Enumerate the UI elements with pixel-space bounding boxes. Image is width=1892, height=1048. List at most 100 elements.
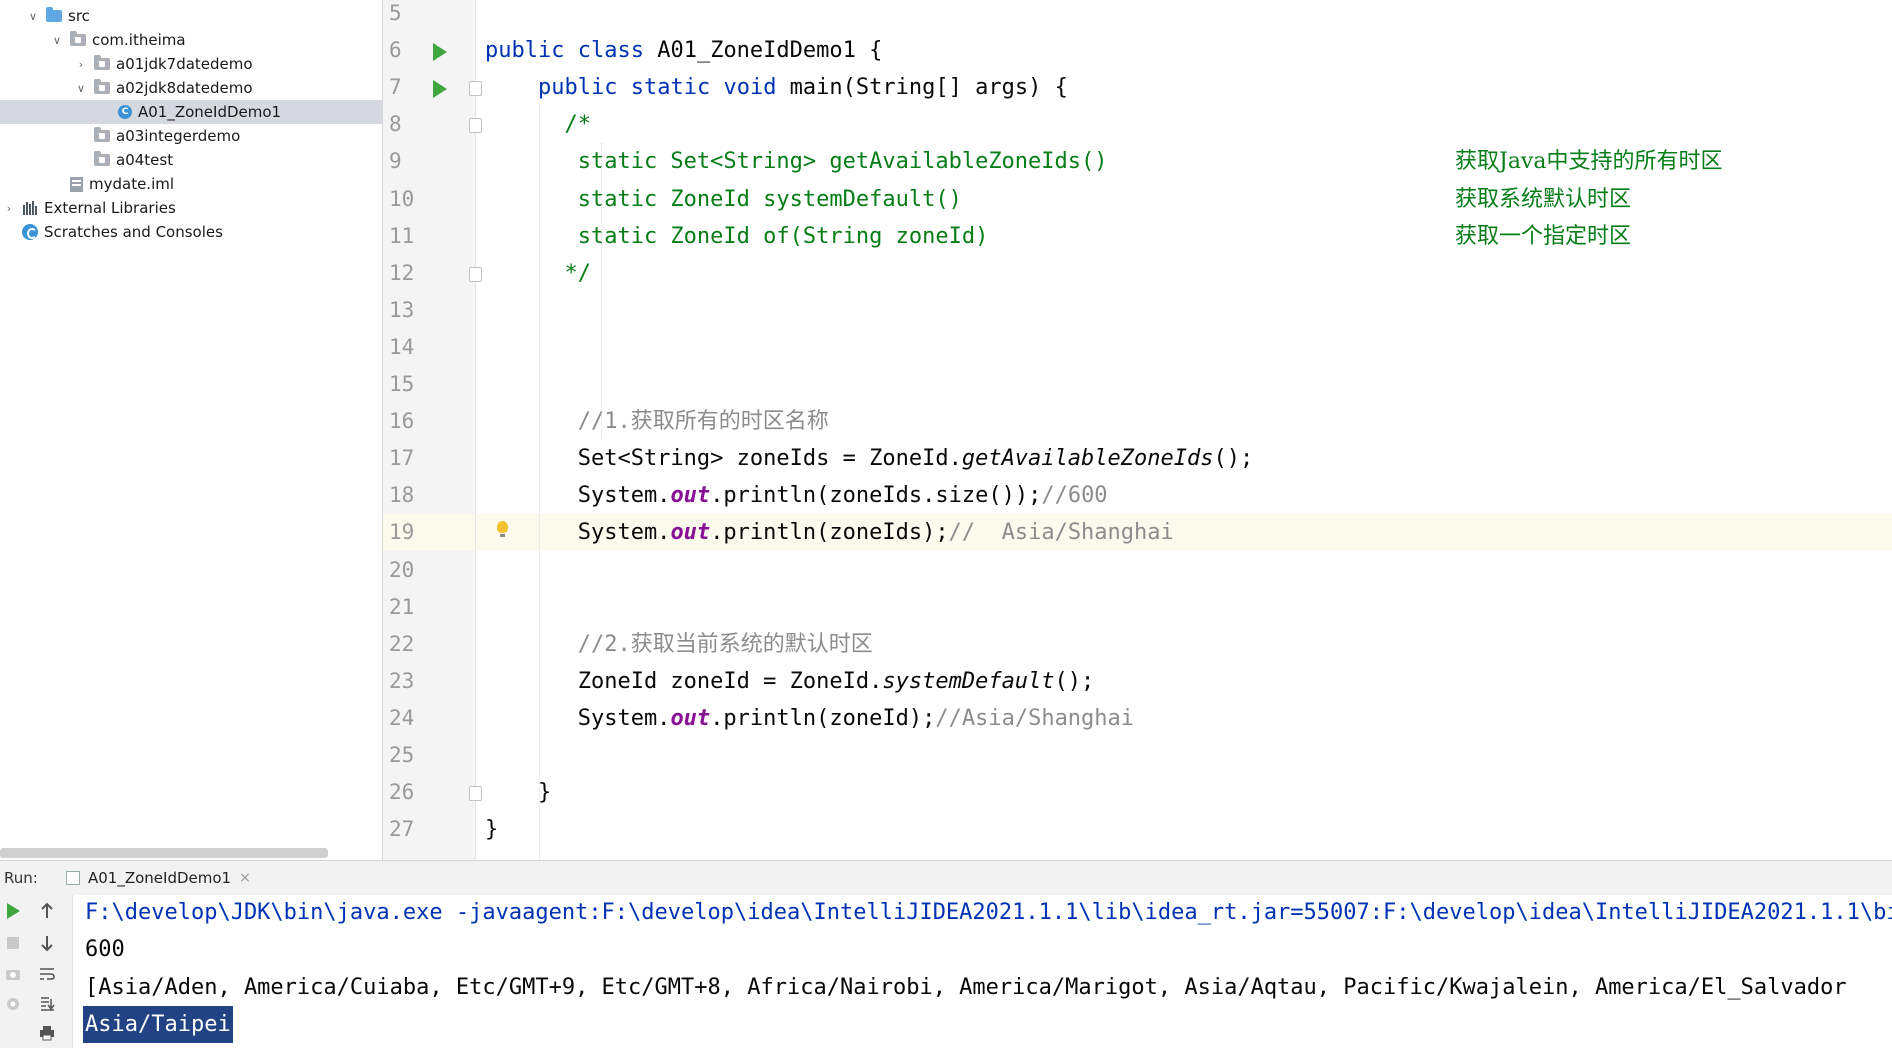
code-line[interactable]: //1.获取所有的时区名称 [485,403,1892,440]
line-number[interactable]: 11 [389,218,429,255]
code-line[interactable]: /* [485,106,1892,143]
line-number[interactable]: 13 [389,292,429,329]
line-number[interactable]: 20 [389,552,429,589]
settings-button[interactable] [2,993,24,1015]
fold-marker-icon[interactable] [469,786,482,802]
chevron-down-icon[interactable]: ∨ [50,34,64,47]
code-line[interactable] [485,329,1892,366]
line-number[interactable]: 16 [389,403,429,440]
print-button[interactable] [36,1022,58,1044]
gutter-line: 12 [383,255,482,292]
code-line[interactable]: static ZoneId of(String zoneId) 获取一个指定时区 [485,218,1892,255]
settings-icon [7,998,19,1010]
code-line[interactable]: Set<String> zoneIds = ZoneId.getAvailabl… [485,440,1892,477]
console-output-line[interactable]: [Asia/Aden, America/Cuiaba, Etc/GMT+9, E… [85,969,1847,1006]
run-icon[interactable] [433,43,447,62]
code-line[interactable] [485,589,1892,626]
line-number[interactable]: 8 [389,106,429,143]
previous-occurrence-button[interactable] [36,900,58,922]
line-number[interactable]: 12 [389,255,429,292]
line-number[interactable]: 22 [389,626,429,663]
tree-item-src[interactable]: ∨ src [0,4,382,28]
line-number[interactable]: 27 [389,811,429,848]
console-output-line[interactable]: 600 [85,931,125,968]
stop-button[interactable] [2,932,24,954]
tree-item-scratches-and-consoles[interactable]: Scratches and Consoles [0,220,382,244]
run-tab-label: A01_ZoneIdDemo1 [88,869,232,887]
indent-guide [539,106,540,860]
fold-marker-icon[interactable] [469,118,482,134]
line-number[interactable]: 18 [389,477,429,514]
line-number[interactable]: 7 [389,69,429,106]
line-number[interactable]: 21 [389,589,429,626]
code-text: public class A01_ZoneIdDemo1 { [485,38,883,64]
tree-item-a02jdk8datedemo[interactable]: ∨ a02jdk8datedemo [0,76,382,100]
line-number[interactable]: 26 [389,774,429,811]
chevron-down-icon[interactable]: ∨ [74,82,88,95]
line-number[interactable]: 24 [389,700,429,737]
line-number[interactable]: 6 [389,32,429,69]
gutter-line: 6 [383,32,475,69]
rerun-button[interactable] [2,900,24,922]
gutter-line: 27 [383,811,475,848]
tree-item-a03integerdemo[interactable]: a03integerdemo [0,124,382,148]
line-number[interactable]: 23 [389,663,429,700]
code-line[interactable]: static ZoneId systemDefault() 获取系统默认时区 [485,181,1892,218]
line-number[interactable]: 5 [389,0,429,32]
run-icon[interactable] [433,80,447,99]
tree-item-a04test[interactable]: a04test [0,148,382,172]
console-output[interactable]: F:\develop\JDK\bin\java.exe -javaagent:F… [73,895,1892,1048]
code-line[interactable]: public static void main(String[] args) { [485,69,1892,106]
line-number[interactable]: 14 [389,329,429,366]
tree-item-mydate-iml[interactable]: mydate.iml [0,172,382,196]
console-command-line[interactable]: F:\develop\JDK\bin\java.exe -javaagent:F… [85,895,1892,931]
line-number[interactable]: 15 [389,366,429,403]
line-number[interactable]: 9 [389,143,429,180]
package-icon [94,79,110,94]
line-number[interactable]: 25 [389,737,429,774]
chevron-right-icon[interactable]: › [74,58,88,71]
fold-marker-icon[interactable] [469,81,482,97]
tree-item-com-itheima[interactable]: ∨ com.itheima [0,28,382,52]
code-line[interactable]: */ [485,255,1892,292]
project-horizontal-scrollbar[interactable] [0,848,328,858]
code-line[interactable]: } [485,774,1892,811]
code-line[interactable] [485,737,1892,774]
code-line[interactable] [485,292,1892,329]
chevron-down-icon[interactable]: ∨ [26,10,40,23]
indent-guide [601,143,602,441]
code-line[interactable]: System.out.println(zoneIds);// Asia/Shan… [485,514,1892,551]
code-line[interactable]: System.out.println(zoneId);//Asia/Shangh… [485,700,1892,737]
fold-marker-icon[interactable] [469,266,482,282]
code-line[interactable] [485,0,1892,32]
line-number[interactable]: 10 [389,181,429,218]
gutter-line: 9 [383,143,475,180]
code-line[interactable]: static Set<String> getAvailableZoneIds()… [485,143,1892,180]
soft-wrap-button[interactable] [36,963,58,985]
chevron-right-icon[interactable]: › [2,202,16,215]
close-icon[interactable]: × [239,870,251,886]
selected-output-line[interactable]: Asia/Taipei [83,1005,233,1043]
code-line[interactable] [485,366,1892,403]
run-tab-a01-zoneiddemo1[interactable]: A01_ZoneIdDemo1 × [56,861,261,895]
scroll-to-end-button[interactable] [36,993,58,1015]
line-number[interactable]: 17 [389,440,429,477]
code-line[interactable]: ZoneId zoneId = ZoneId.systemDefault(); [485,663,1892,700]
code-text: //2.获取当前系统的默认时区 [577,631,873,657]
code-text: } [485,817,499,843]
code-line[interactable]: } [485,811,1892,848]
code-line[interactable]: System.out.println(zoneIds.size());//600 [485,477,1892,514]
code-line[interactable] [485,552,1892,589]
tree-item-external-libraries[interactable]: › External Libraries [0,196,382,220]
code-line[interactable]: //2.获取当前系统的默认时区 [485,626,1892,663]
block-comment-text: static ZoneId of(String zoneId) [485,223,989,249]
tree-item-a01jdk7datedemo[interactable]: › a01jdk7datedemo [0,52,382,76]
code-line[interactable]: public class A01_ZoneIdDemo1 { [485,32,1892,69]
line-number[interactable]: 19 [389,514,429,551]
scratches-icon [22,224,38,240]
tree-item-a01-zoneiddemo1[interactable]: C A01_ZoneIdDemo1 [0,100,382,124]
gutter-line: 15 [383,366,475,403]
dump-threads-button[interactable] [2,963,24,985]
next-occurrence-button[interactable] [36,932,58,954]
code-editor[interactable]: 5 6 7 8 9 10 11 12 13 14 15 16 17 18 19 20 21 22 23 24 25 26 2… [383,0,1892,860]
